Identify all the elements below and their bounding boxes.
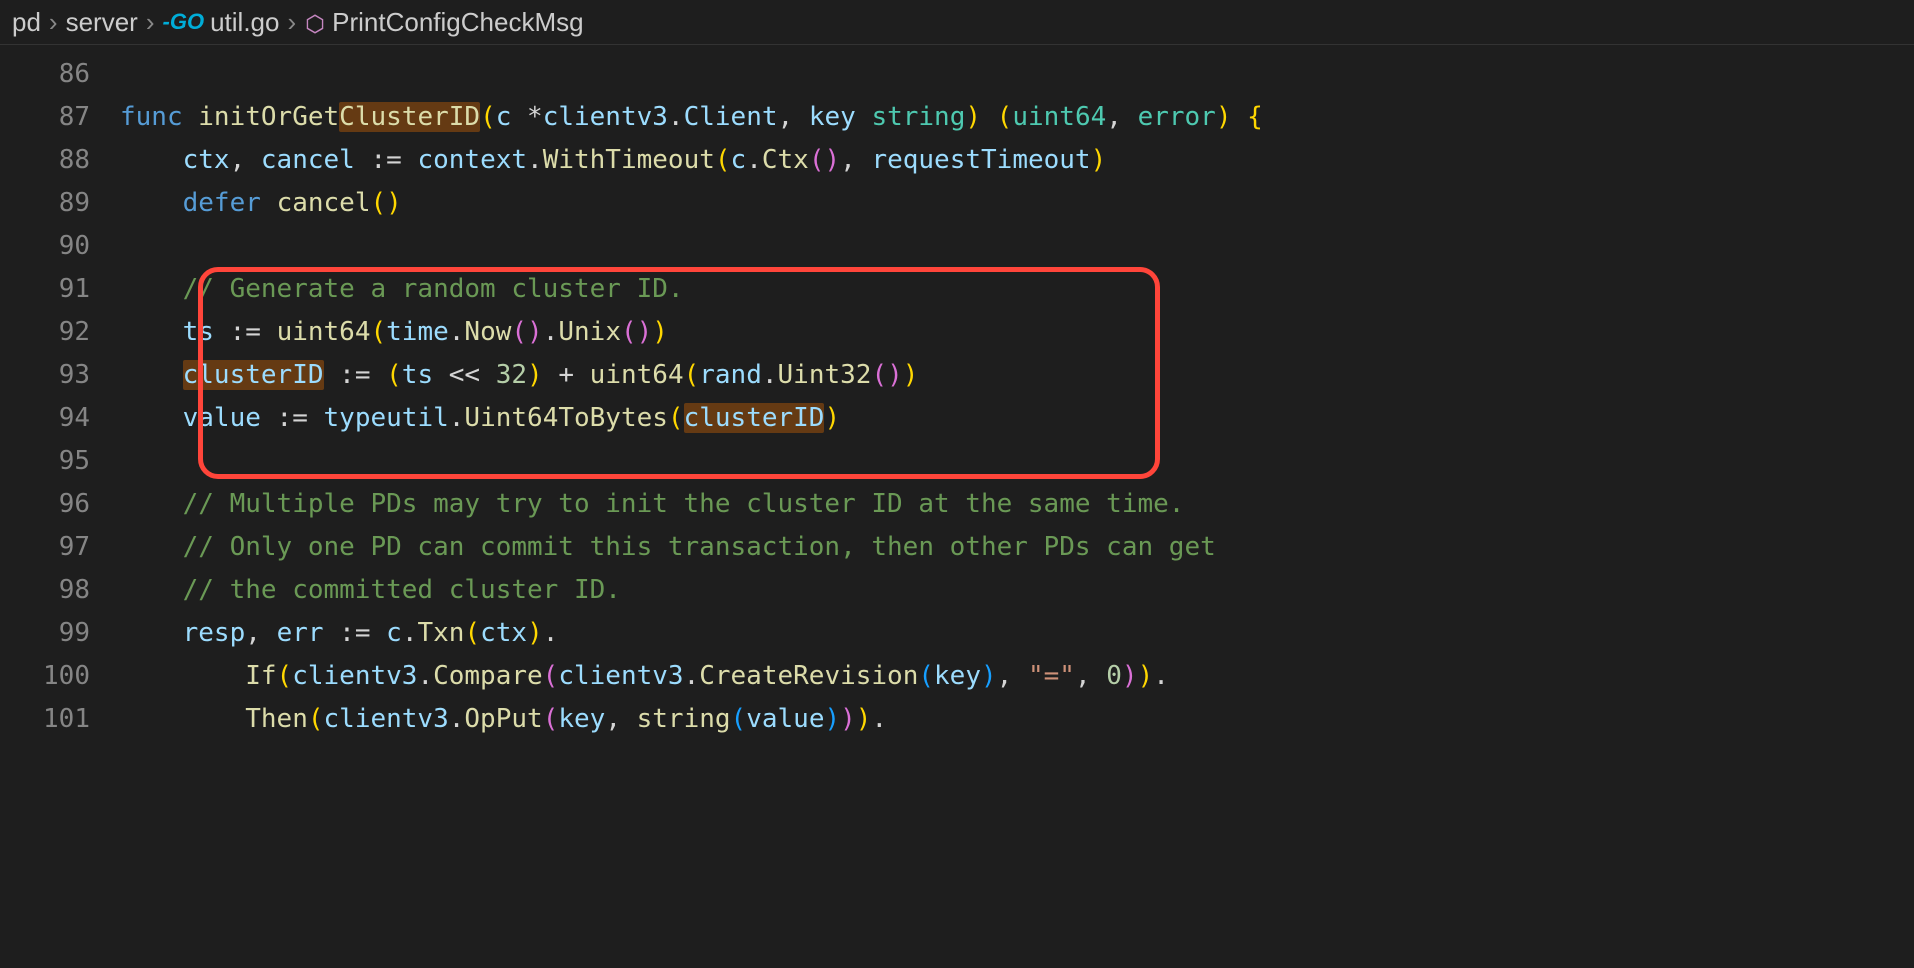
code-line[interactable]: 89 defer cancel() (0, 182, 1914, 225)
comment: // Multiple PDs may try to init the clus… (183, 489, 1185, 519)
code-line[interactable]: 93 clusterID := (ts << 32) + uint64(rand… (0, 354, 1914, 397)
code-line[interactable]: 95 (0, 440, 1914, 483)
code-line[interactable]: 100 If(clientv3.Compare(clientv3.CreateR… (0, 655, 1914, 698)
breadcrumb-seg-file[interactable]: util.go (210, 7, 279, 38)
line-number: 87 (0, 96, 120, 139)
keyword-func: func (120, 102, 183, 132)
code-line[interactable]: 101 Then(clientv3.OpPut(key, string(valu… (0, 698, 1914, 741)
line-number: 91 (0, 268, 120, 311)
line-number: 93 (0, 354, 120, 397)
code-line[interactable]: 97 // Only one PD can commit this transa… (0, 526, 1914, 569)
code-line[interactable]: 92 ts := uint64(time.Now().Unix()) (0, 311, 1914, 354)
line-number: 94 (0, 397, 120, 440)
breadcrumb-seg-symbol[interactable]: PrintConfigCheckMsg (332, 7, 583, 38)
function-name: initOrGet (198, 102, 339, 132)
line-number: 96 (0, 483, 120, 526)
chevron-right-icon: › (287, 7, 296, 38)
chevron-right-icon: › (146, 7, 155, 38)
code-line[interactable]: 86 (0, 53, 1914, 96)
code-line[interactable]: 90 (0, 225, 1914, 268)
code-editor[interactable]: 86 87 func initOrGetClusterID(c *clientv… (0, 45, 1914, 741)
symbol-function-icon (304, 7, 326, 38)
comment: // the committed cluster ID. (183, 575, 621, 605)
line-number: 88 (0, 139, 120, 182)
code-line[interactable]: 91 // Generate a random cluster ID. (0, 268, 1914, 311)
line-number: 95 (0, 440, 120, 483)
chevron-right-icon: › (49, 7, 58, 38)
line-number: 100 (0, 655, 120, 698)
breadcrumb-seg-pd[interactable]: pd (12, 7, 41, 38)
line-number: 99 (0, 612, 120, 655)
variable-highlight: clusterID (183, 360, 324, 390)
code-line[interactable]: 94 value := typeutil.Uint64ToBytes(clust… (0, 397, 1914, 440)
line-number: 86 (0, 53, 120, 96)
line-number: 101 (0, 698, 120, 741)
go-file-icon: -GO (163, 9, 205, 35)
comment: // Generate a random cluster ID. (183, 274, 684, 304)
code-line[interactable]: 87 func initOrGetClusterID(c *clientv3.C… (0, 96, 1914, 139)
breadcrumb-seg-server[interactable]: server (66, 7, 138, 38)
code-line[interactable]: 98 // the committed cluster ID. (0, 569, 1914, 612)
breadcrumb[interactable]: pd › server › -GO util.go › PrintConfigC… (0, 0, 1914, 45)
line-number: 89 (0, 182, 120, 225)
function-name-highlight: ClusterID (339, 102, 480, 132)
line-number: 98 (0, 569, 120, 612)
code-line[interactable]: 99 resp, err := c.Txn(ctx). (0, 612, 1914, 655)
code-line[interactable]: 96 // Multiple PDs may try to init the c… (0, 483, 1914, 526)
code-line[interactable]: 88 ctx, cancel := context.WithTimeout(c.… (0, 139, 1914, 182)
comment: // Only one PD can commit this transacti… (183, 532, 1216, 562)
line-number: 92 (0, 311, 120, 354)
variable-highlight: clusterID (684, 403, 825, 433)
line-number: 90 (0, 225, 120, 268)
line-number: 97 (0, 526, 120, 569)
